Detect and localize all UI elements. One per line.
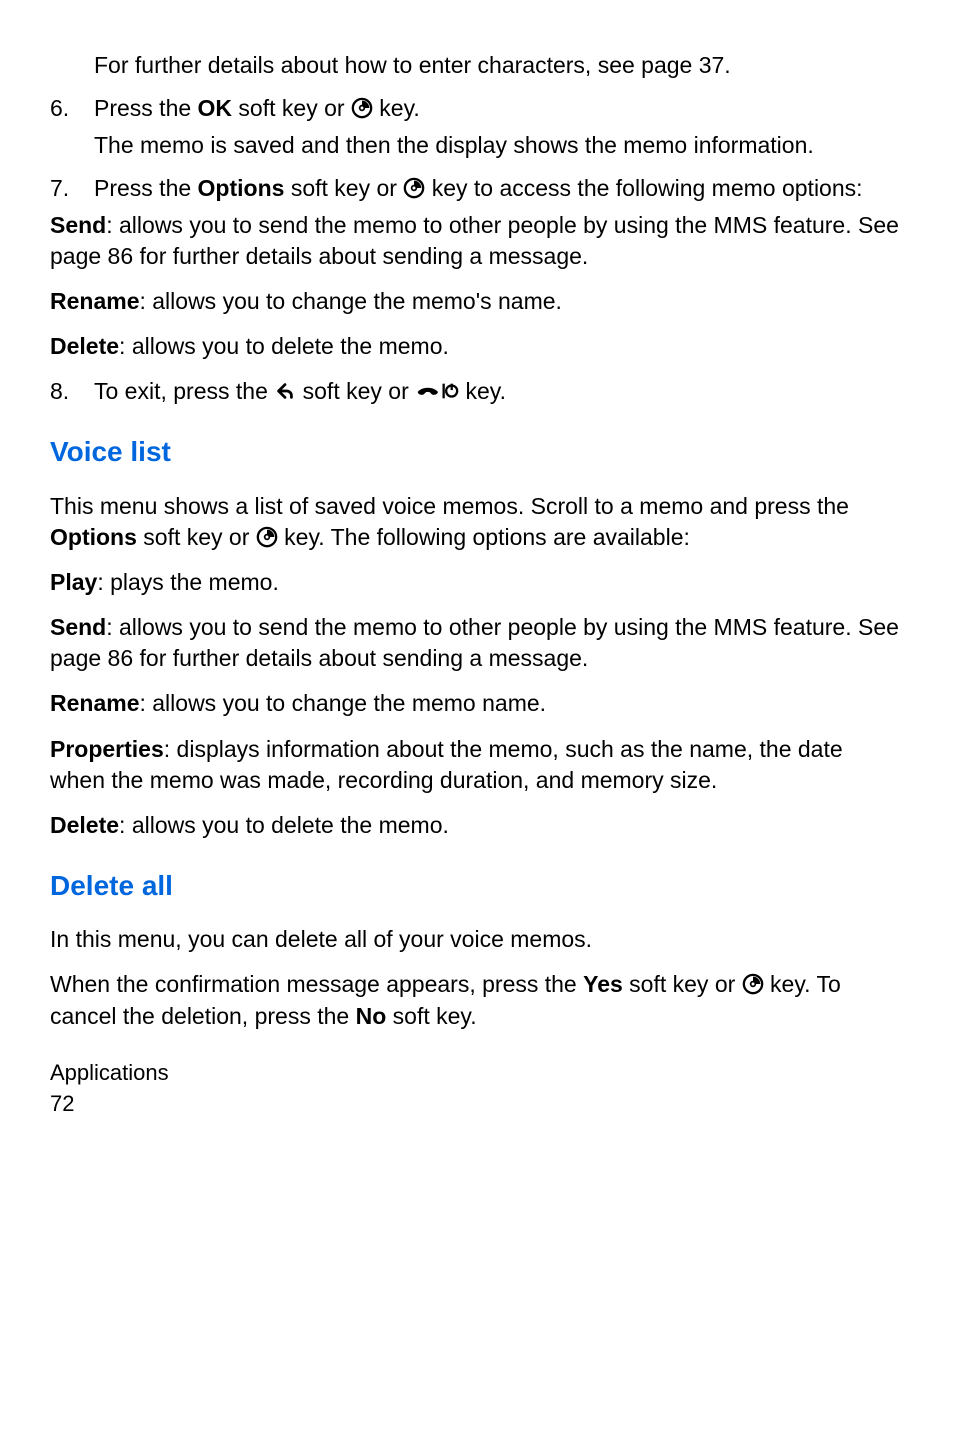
options-label: Options	[198, 175, 285, 201]
back-soft-key-icon	[274, 380, 296, 402]
text: Press the	[94, 175, 198, 201]
ok-key-icon	[351, 97, 373, 119]
option-label: Rename	[50, 288, 139, 314]
voice-list-heading: Voice list	[50, 433, 904, 471]
option-rename: Rename: allows you to change the memo's …	[50, 286, 904, 317]
section-name: Applications	[50, 1058, 904, 1088]
page-number: 72	[50, 1089, 904, 1119]
text: For further details about how to enter c…	[94, 52, 731, 78]
text: To exit, press the	[94, 378, 274, 404]
voice-list-intro: This menu shows a list of saved voice me…	[50, 491, 904, 553]
delete-all-confirm: When the confirmation message appears, p…	[50, 969, 904, 1031]
text: soft key or	[284, 175, 403, 201]
option-text: : plays the memo.	[97, 569, 279, 595]
ok-key-icon	[742, 973, 764, 995]
option-delete: Delete: allows you to delete the memo.	[50, 331, 904, 362]
option-text: : allows you to delete the memo.	[119, 812, 449, 838]
text: When the confirmation message appears, p…	[50, 971, 583, 997]
text: key.	[459, 378, 506, 404]
text: Press the	[94, 95, 198, 121]
text: This menu shows a list of saved voice me…	[50, 493, 849, 519]
ok-label: OK	[198, 95, 233, 121]
step-7-number: 7.	[50, 173, 94, 204]
option-text: : displays information about the memo, s…	[50, 736, 843, 793]
option-rename-2: Rename: allows you to change the memo na…	[50, 688, 904, 719]
text: soft key or	[623, 971, 742, 997]
option-label: Play	[50, 569, 97, 595]
ok-key-icon	[256, 526, 278, 548]
footer: Applications 72	[50, 1058, 904, 1119]
option-play: Play: plays the memo.	[50, 567, 904, 598]
ok-key-icon	[403, 177, 425, 199]
option-send: Send: allows you to send the memo to oth…	[50, 210, 904, 272]
step-7-body: Press the Options soft key or key to acc…	[94, 173, 904, 204]
step-5-sub: For further details about how to enter c…	[94, 50, 904, 81]
step-8-body: To exit, press the soft key or key.	[94, 376, 904, 407]
option-text: : allows you to delete the memo.	[119, 333, 449, 359]
option-text: : allows you to change the memo's name.	[139, 288, 561, 314]
step-6-body: Press the OK soft key or key.	[94, 93, 904, 124]
step-6-row: 6. Press the OK soft key or key.	[50, 93, 904, 124]
option-label: Rename	[50, 690, 139, 716]
text: key.	[373, 95, 420, 121]
text: key to access the following memo options…	[425, 175, 862, 201]
text: soft key or	[137, 524, 256, 550]
option-properties: Properties: displays information about t…	[50, 734, 904, 796]
step-7-row: 7. Press the Options soft key or key to …	[50, 173, 904, 204]
text: In this menu, you can delete all of your…	[50, 926, 592, 952]
delete-all-intro: In this menu, you can delete all of your…	[50, 924, 904, 955]
option-text: : allows you to send the memo to other p…	[50, 212, 899, 269]
end-power-key-icon	[415, 380, 459, 402]
yes-label: Yes	[583, 971, 623, 997]
step-6-number: 6.	[50, 93, 94, 124]
option-label: Send	[50, 212, 106, 238]
option-label: Delete	[50, 812, 119, 838]
option-text: : allows you to send the memo to other p…	[50, 614, 899, 671]
delete-all-heading: Delete all	[50, 867, 904, 905]
step-8-number: 8.	[50, 376, 94, 407]
text: soft key.	[386, 1003, 476, 1029]
step-8-row: 8. To exit, press the soft key or key.	[50, 376, 904, 407]
option-send-2: Send: allows you to send the memo to oth…	[50, 612, 904, 674]
no-label: No	[356, 1003, 387, 1029]
option-delete-2: Delete: allows you to delete the memo.	[50, 810, 904, 841]
text: soft key or	[232, 95, 351, 121]
options-label: Options	[50, 524, 137, 550]
option-label: Properties	[50, 736, 164, 762]
option-text: : allows you to change the memo name.	[139, 690, 546, 716]
step-6-sub: The memo is saved and then the display s…	[94, 130, 904, 161]
option-label: Send	[50, 614, 106, 640]
text: soft key or	[296, 378, 415, 404]
text: The memo is saved and then the display s…	[94, 132, 814, 158]
text: key. The following options are available…	[278, 524, 690, 550]
option-label: Delete	[50, 333, 119, 359]
